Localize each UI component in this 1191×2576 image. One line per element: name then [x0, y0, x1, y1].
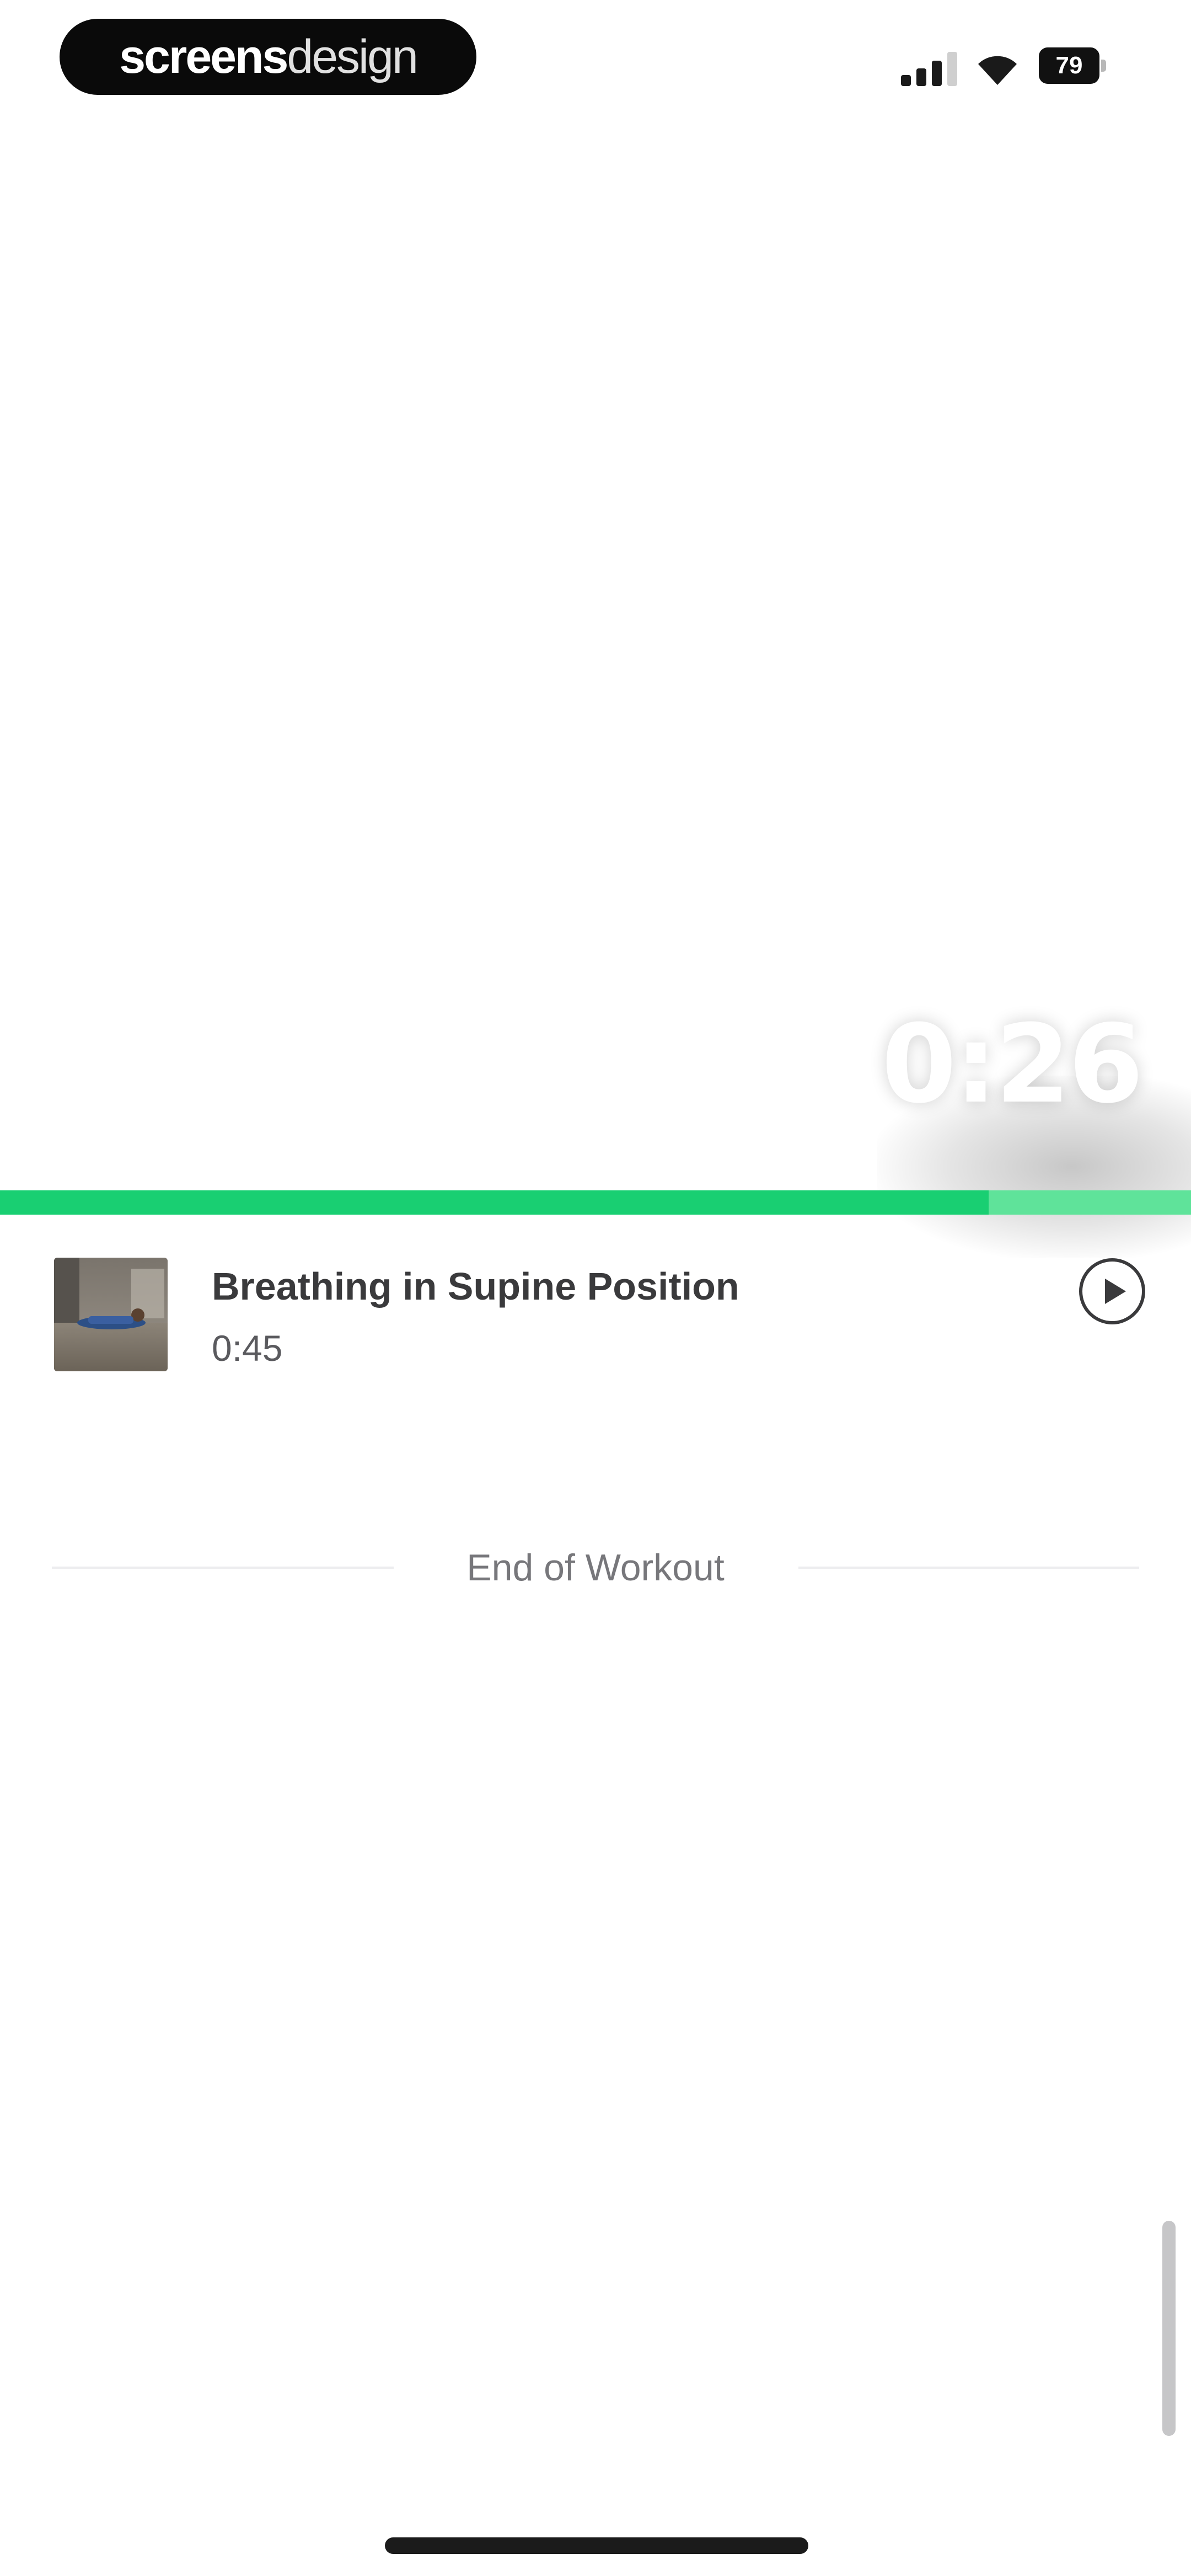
exercise-thumbnail-image — [54, 1258, 168, 1371]
battery-level: 79 — [1039, 47, 1099, 84]
workout-progress-fill — [0, 1190, 989, 1215]
watermark-light-text: design — [287, 30, 418, 83]
wifi-icon — [978, 56, 1017, 85]
battery-indicator: 79 — [1039, 47, 1106, 84]
exercise-list-item[interactable]: Breathing in Supine Position 0:45 — [0, 1241, 1191, 1396]
workout-player-screen: screens design 79 0:26 Breathing in Supi… — [0, 0, 1191, 2576]
signal-bar — [947, 52, 957, 86]
countdown-timer: 0:26 — [881, 1002, 1144, 1127]
cellular-signal-icon — [901, 52, 957, 86]
divider-line-right — [798, 1567, 1139, 1569]
play-icon — [1079, 1258, 1145, 1324]
scroll-indicator[interactable] — [1162, 2221, 1176, 2436]
exercise-duration: 0:45 — [212, 1328, 283, 1369]
exercise-thumbnail — [54, 1258, 168, 1371]
exercise-title: Breathing in Supine Position — [212, 1265, 739, 1308]
play-button[interactable] — [1077, 1257, 1147, 1326]
battery-cap — [1101, 60, 1106, 72]
end-of-workout-divider: End of Workout — [52, 1540, 1139, 1595]
signal-bar — [916, 68, 926, 86]
signal-bar — [901, 75, 911, 86]
signal-bar — [932, 61, 942, 86]
watermark-bold-text: screens — [119, 30, 288, 83]
workout-progress-bar — [0, 1190, 1191, 1215]
home-indicator[interactable] — [385, 2537, 808, 2554]
screensdesign-watermark: screens design — [60, 19, 476, 95]
